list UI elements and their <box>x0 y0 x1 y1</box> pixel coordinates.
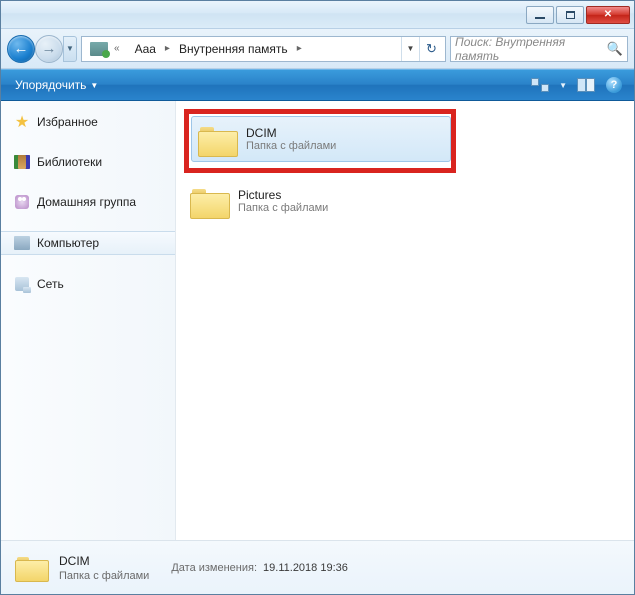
star-icon: ★ <box>13 114 31 130</box>
breadcrumb-root[interactable]: « <box>84 37 129 61</box>
sidebar: ★ Избранное Библиотеки Домашняя группа <box>1 101 176 540</box>
chevron-down-icon: ▼ <box>90 81 98 90</box>
back-button[interactable]: ← <box>7 35 35 63</box>
homegroup-icon <box>13 194 31 210</box>
explorer-window: ✕ ← → ▼ « Aaa ▸ Внутренняя память ▸ ▼ ↻ … <box>0 0 635 595</box>
computer-icon <box>13 235 31 251</box>
search-input[interactable]: Поиск: Внутренняя память 🔍 <box>450 36 628 62</box>
maximize-button[interactable] <box>556 6 584 24</box>
breadcrumb-item-2[interactable]: Внутренняя память <box>173 37 294 61</box>
network-icon <box>13 276 31 292</box>
refresh-button[interactable]: ↻ <box>419 37 443 61</box>
folder-name: Pictures <box>238 188 328 202</box>
folder-item-dcim[interactable]: DCIM Папка с файлами <box>191 116 451 162</box>
sidebar-item-label: Сеть <box>37 277 64 291</box>
help-icon: ? <box>606 77 622 93</box>
view-mode-button[interactable] <box>528 74 552 96</box>
nav-history-dropdown[interactable]: ▼ <box>63 36 77 62</box>
sidebar-item-computer[interactable]: Компьютер <box>1 231 175 255</box>
folder-subtitle: Папка с файлами <box>246 140 336 152</box>
sidebar-item-label: Домашняя группа <box>37 195 136 209</box>
folder-icon <box>198 123 236 155</box>
close-button[interactable]: ✕ <box>586 6 630 24</box>
details-modified-label: Дата изменения: <box>171 562 257 574</box>
sidebar-item-homegroup[interactable]: Домашняя группа <box>1 191 175 213</box>
details-pane: DCIM Папка с файлами Дата изменения: 19.… <box>1 540 634 594</box>
search-icon: 🔍 <box>607 41 623 57</box>
details-type: Папка с файлами <box>59 570 149 582</box>
highlight-annotation: DCIM Папка с файлами <box>184 109 456 173</box>
details-modified-value: 19.11.2018 19:36 <box>263 562 348 574</box>
folder-name: DCIM <box>246 126 336 140</box>
organize-menu[interactable]: Упорядочить ▼ <box>9 74 104 96</box>
navbar: ← → ▼ « Aaa ▸ Внутренняя память ▸ ▼ ↻ По… <box>1 29 634 69</box>
chevron-right-icon[interactable]: ▸ <box>162 43 173 54</box>
chevron-right-icon[interactable]: ▸ <box>294 43 305 54</box>
folder-subtitle: Папка с файлами <box>238 202 328 214</box>
sidebar-item-network[interactable]: Сеть <box>1 273 175 295</box>
help-button[interactable]: ? <box>602 74 626 96</box>
libraries-icon <box>13 154 31 170</box>
folder-icon <box>15 555 47 581</box>
sidebar-item-favorites[interactable]: ★ Избранное <box>1 111 175 133</box>
content-pane[interactable]: DCIM Папка с файлами Pictures Папка с фа… <box>176 101 634 540</box>
minimize-button[interactable] <box>526 6 554 24</box>
preview-pane-button[interactable] <box>574 74 598 96</box>
folder-item-pictures[interactable]: Pictures Папка с файлами <box>184 179 444 223</box>
sidebar-item-label: Избранное <box>37 115 98 129</box>
nav-buttons: ← → ▼ <box>7 35 77 63</box>
sidebar-item-label: Библиотеки <box>37 155 102 169</box>
titlebar: ✕ <box>1 1 634 29</box>
breadcrumb-item-1[interactable]: Aaa <box>129 37 162 61</box>
sidebar-item-libraries[interactable]: Библиотеки <box>1 151 175 173</box>
address-dropdown[interactable]: ▼ <box>401 37 419 61</box>
folder-icon <box>190 185 228 217</box>
forward-button[interactable]: → <box>35 35 63 63</box>
toolbar: Упорядочить ▼ ▼ ? <box>1 69 634 101</box>
device-icon <box>90 42 108 56</box>
sidebar-item-label: Компьютер <box>37 236 99 250</box>
details-name: DCIM <box>59 554 149 568</box>
main-area: ★ Избранное Библиотеки Домашняя группа <box>1 101 634 540</box>
address-bar[interactable]: « Aaa ▸ Внутренняя память ▸ ▼ ↻ <box>81 36 446 62</box>
view-mode-dropdown[interactable]: ▼ <box>556 81 570 90</box>
